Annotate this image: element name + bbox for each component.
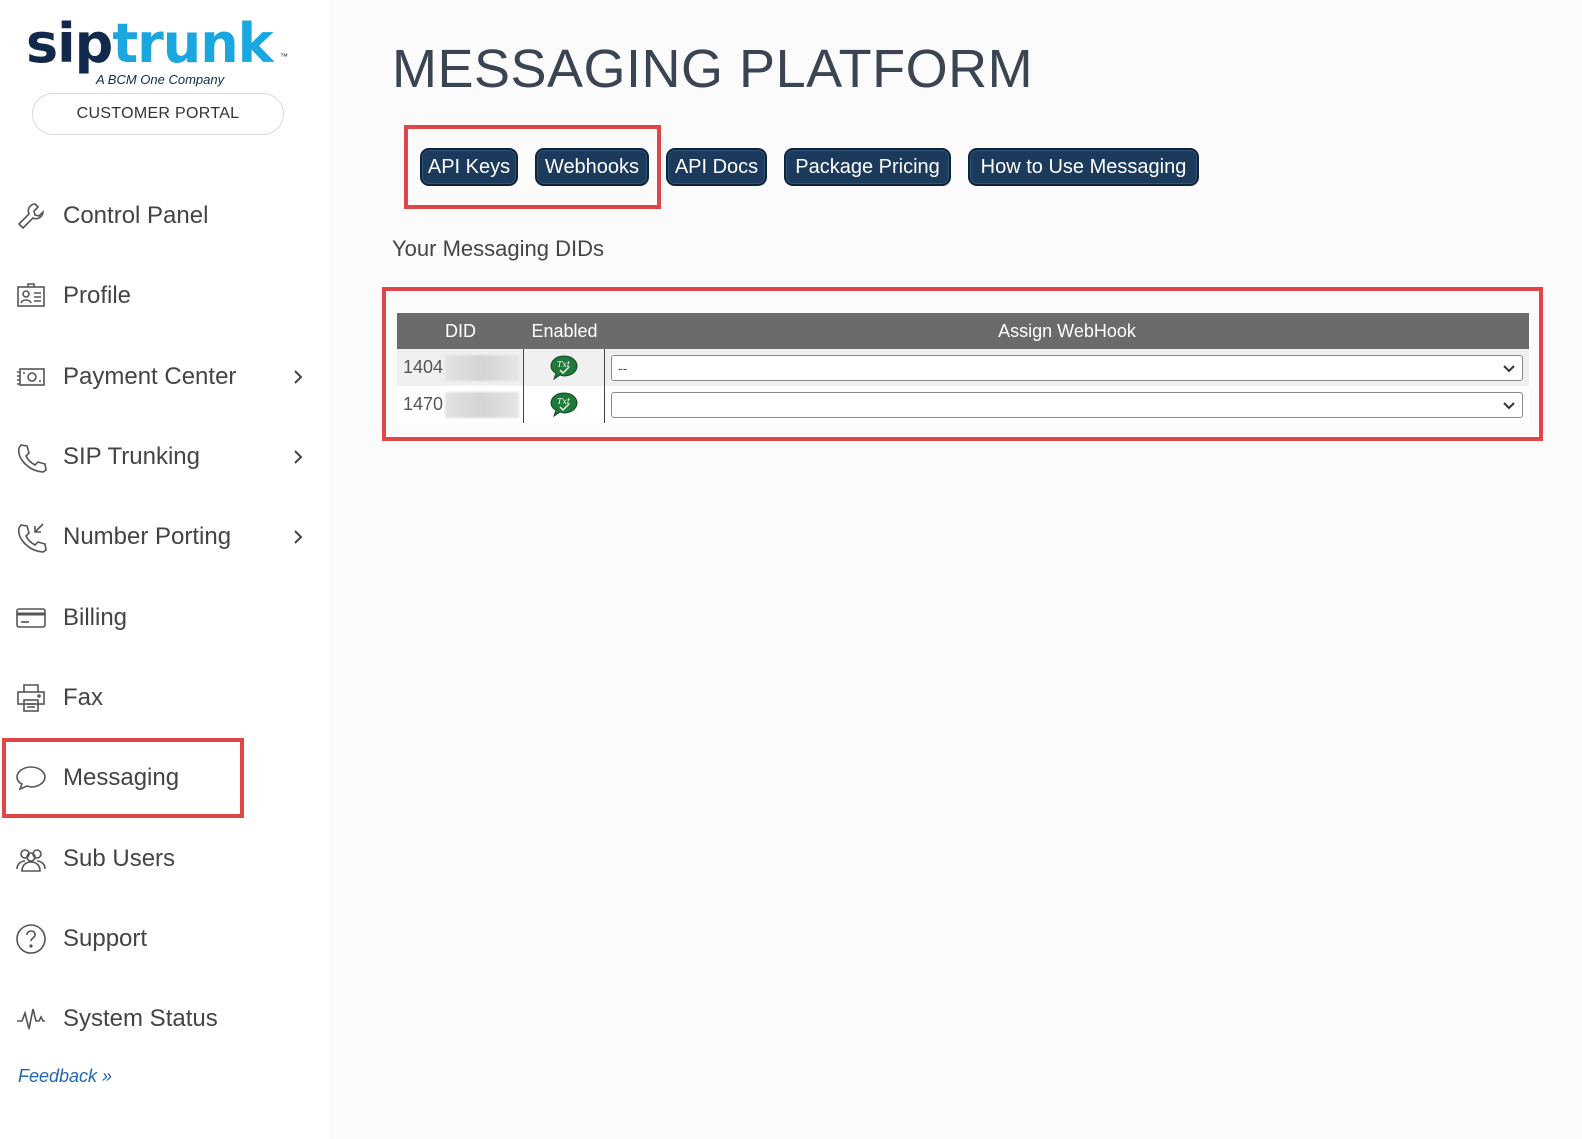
question-icon (14, 922, 48, 956)
did-number: 1404 (403, 357, 444, 377)
column-header-did: DID (445, 320, 476, 341)
sidebar: siptrunk ™ A BCM One Company CUSTOMER PO… (0, 0, 330, 1139)
did-redaction (445, 391, 520, 418)
logo-sip: sip (26, 12, 113, 75)
sidebar-item-system-status[interactable]: System Status (0, 979, 330, 1059)
chevron-right-icon (290, 529, 306, 545)
sidebar-item-label: Sub Users (63, 844, 176, 872)
column-header-enabled: Enabled (531, 320, 598, 341)
sidebar-item-label: SIP Trunking (63, 443, 200, 471)
sidebar-item-payment-center[interactable]: Payment Center (0, 337, 330, 417)
sidebar-item-label: Billing (63, 603, 128, 631)
sidebar-item-label: Control Panel (63, 202, 209, 230)
pulse-icon (14, 1002, 48, 1036)
package-pricing-button[interactable]: Package Pricing (784, 148, 951, 186)
siptrunk-logo[interactable]: siptrunk ™ A BCM One Company (26, 14, 296, 90)
chat-bubble-icon (14, 761, 48, 795)
webhook-select[interactable] (611, 392, 1523, 418)
webhook-select[interactable]: -- (611, 355, 1523, 381)
phone-icon (14, 440, 48, 474)
logo-trademark: ™ (280, 52, 288, 61)
users-icon (14, 842, 48, 876)
logo-wordmark: siptrunk (26, 12, 274, 75)
txt-enabled-icon[interactable]: Txt (549, 391, 579, 419)
sidebar-item-label: Profile (63, 282, 132, 310)
did-cell: 1404 (397, 349, 524, 386)
assign-webhook-cell (605, 386, 1529, 423)
assign-webhook-cell: -- (605, 349, 1529, 386)
sidebar-item-messaging[interactable]: Messaging (0, 738, 330, 818)
sidebar-item-fax[interactable]: Fax (0, 658, 330, 738)
customer-portal-badge: CUSTOMER PORTAL (32, 93, 284, 135)
sidebar-nav: Control Panel Profile Payment Center SIP… (0, 176, 330, 1059)
column-header-assign-webhook: Assign WebHook (998, 320, 1136, 341)
sidebar-item-sip-trunking[interactable]: SIP Trunking (0, 417, 330, 497)
sidebar-item-label: Support (63, 924, 148, 952)
chevron-down-icon (1502, 399, 1516, 413)
credit-card-icon (14, 601, 48, 635)
table-row: 1470 Txt (397, 386, 1529, 423)
messaging-dids-table: DID Enabled Assign WebHook 1404 Txt -- 1… (397, 313, 1529, 423)
did-cell: 1470 (397, 386, 524, 423)
webhooks-button[interactable]: Webhooks (535, 148, 649, 186)
feedback-link[interactable]: Feedback » (18, 1066, 112, 1087)
sidebar-item-control-panel[interactable]: Control Panel (0, 176, 330, 256)
page-title: MESSAGING PLATFORM (392, 39, 1034, 99)
chevron-right-icon (290, 449, 306, 465)
enabled-cell: Txt (524, 386, 605, 423)
logo-trunk: trunk (112, 12, 273, 75)
sidebar-item-label: Payment Center (63, 362, 237, 390)
api-keys-button[interactable]: API Keys (420, 148, 518, 186)
sidebar-item-label: Messaging (63, 764, 180, 792)
sidebar-item-number-porting[interactable]: Number Porting (0, 497, 330, 577)
how-to-use-messaging-button[interactable]: How to Use Messaging (968, 148, 1199, 186)
enabled-cell: Txt (524, 349, 605, 386)
chevron-down-icon (1502, 362, 1516, 376)
main-content: MESSAGING PLATFORM API Keys Webhooks API… (330, 0, 1582, 1139)
logo-subtitle: A BCM One Company (96, 72, 225, 87)
messaging-dids-heading: Your Messaging DIDs (392, 236, 604, 261)
did-number: 1470 (403, 394, 444, 414)
id-card-icon (14, 279, 48, 313)
money-icon (14, 360, 48, 394)
sidebar-item-label: Number Porting (63, 523, 232, 551)
txt-enabled-icon[interactable]: Txt (549, 354, 579, 382)
chevron-right-icon (290, 369, 306, 385)
table-row: 1404 Txt -- (397, 349, 1529, 386)
sidebar-item-billing[interactable]: Billing (0, 577, 330, 657)
did-redaction (445, 354, 520, 381)
phone-incoming-icon (14, 520, 48, 554)
sidebar-item-label: Fax (63, 683, 104, 711)
webhook-select-value: -- (618, 360, 628, 376)
wrench-icon (14, 199, 48, 233)
sidebar-item-label: System Status (63, 1005, 218, 1033)
printer-icon (14, 681, 48, 715)
sidebar-item-sub-users[interactable]: Sub Users (0, 818, 330, 898)
table-header: DID Enabled Assign WebHook (397, 313, 1529, 349)
sidebar-item-profile[interactable]: Profile (0, 256, 330, 336)
api-docs-button[interactable]: API Docs (666, 148, 767, 186)
sidebar-item-support[interactable]: Support (0, 899, 330, 979)
